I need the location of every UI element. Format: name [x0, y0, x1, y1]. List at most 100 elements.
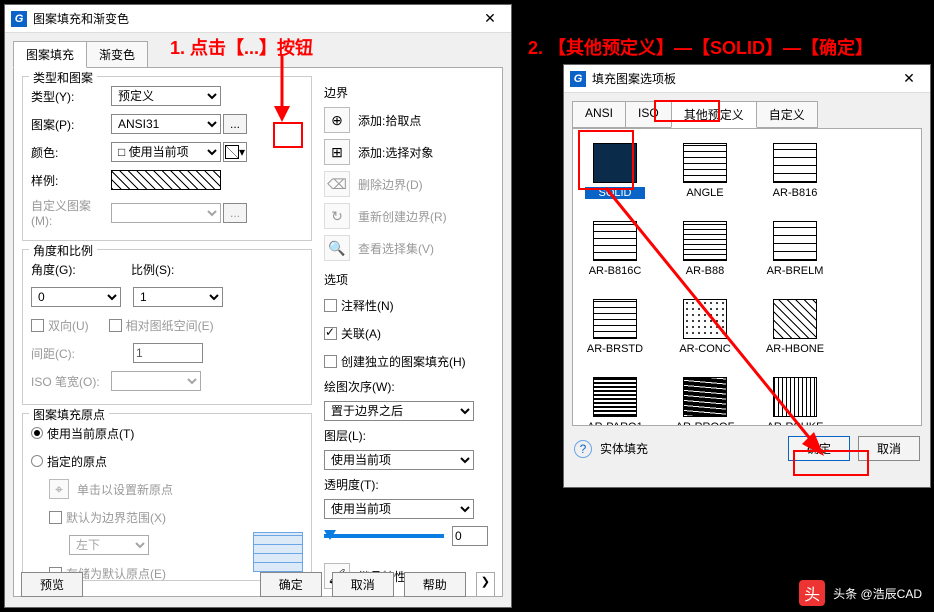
ok-button[interactable]: 确定: [260, 572, 322, 597]
color-swatch-button[interactable]: ▾: [223, 142, 247, 162]
click-set-label: 单击以设置新原点: [77, 481, 173, 498]
scale-label: 比例(S):: [131, 261, 201, 278]
origin-preview-icon: [253, 532, 303, 572]
add-pickpoint-icon[interactable]: ⊕: [324, 107, 350, 133]
pattern-thumb: [593, 299, 637, 339]
pattern-item[interactable]: AR-RSHKE: [765, 377, 825, 426]
titlebar: G 图案填充和渐变色 ✕: [5, 5, 511, 33]
add-select-icon[interactable]: ⊞: [324, 139, 350, 165]
watermark: 头 头条 @浩辰CAD: [799, 580, 922, 606]
pattern-name: ANGLE: [675, 187, 735, 199]
annotation-step2: 2. 【其他预定义】—【SOLID】—【确定】: [528, 34, 873, 60]
group-type-pattern: 类型和图案 类型(Y): 预定义 图案(P): ANSI31 ... 颜色: □…: [22, 76, 312, 241]
help-icon[interactable]: ?: [574, 440, 592, 458]
annotative-checkbox[interactable]: [324, 299, 337, 312]
draworder-select[interactable]: 置于边界之后: [324, 401, 474, 421]
group-label: 图案填充原点: [29, 406, 109, 423]
hatch-dialog: G 图案填充和渐变色 ✕ 图案填充 渐变色 类型和图案 类型(Y): 预定义 图…: [4, 4, 512, 608]
pattern-item[interactable]: AR-B88: [675, 221, 735, 277]
tab-iso[interactable]: ISO: [625, 101, 672, 128]
view-selection-label: 查看选择集(V): [358, 240, 434, 257]
scale-select[interactable]: 1: [133, 287, 223, 307]
pattern-name: AR-HBONE: [765, 343, 825, 355]
pattern-item[interactable]: AR-B816C: [585, 221, 645, 277]
color-select[interactable]: □ 使用当前项: [111, 142, 221, 162]
pattern-grid[interactable]: SOLID ANGLE AR-B816 AR-B816C AR-B88 AR-B…: [572, 128, 922, 426]
spacing-label: 间距(C):: [31, 345, 101, 362]
pattern-item[interactable]: AR-HBONE: [765, 299, 825, 355]
pattern-thumb: [683, 221, 727, 261]
assoc-label: 关联(A): [341, 325, 381, 342]
bidir-label: 双向(U): [48, 317, 89, 334]
default-range-label: 默认为边界范围(X): [66, 509, 166, 526]
pattern-item[interactable]: AR-PARQ1: [585, 377, 645, 426]
transparency-slider[interactable]: [324, 534, 444, 538]
custom-pattern-select: [111, 203, 221, 223]
independent-label: 创建独立的图案填充(H): [341, 353, 466, 370]
recreate-boundary-label: 重新创建边界(R): [358, 208, 447, 225]
cancel-button[interactable]: 取消: [332, 572, 394, 597]
angle-select[interactable]: 0: [31, 287, 121, 307]
pattern-thumb: [773, 377, 817, 417]
assoc-checkbox[interactable]: [324, 327, 337, 340]
pattern-item[interactable]: AR-BRELM: [765, 221, 825, 277]
dialog-footer: 预览 确定 取消 帮助 ❯: [21, 572, 495, 597]
group-origin: 图案填充原点 使用当前原点(T) 指定的原点 ⌖单击以设置新原点 默认为边界范围…: [22, 413, 312, 581]
expand-icon[interactable]: ❯: [476, 572, 495, 597]
independent-checkbox[interactable]: [324, 355, 337, 368]
tab-other-predefined[interactable]: 其他预定义: [671, 101, 757, 128]
palette-tabs: ANSI ISO 其他预定义 自定义: [564, 93, 930, 128]
use-current-origin-radio[interactable]: [31, 427, 43, 439]
pattern-item-solid[interactable]: SOLID: [585, 143, 645, 199]
view-selection-icon: 🔍: [324, 235, 350, 261]
tab-hatch[interactable]: 图案填充: [13, 41, 87, 68]
delete-boundary-icon: ⌫: [324, 171, 350, 197]
window-title: 填充图案选项板: [592, 70, 894, 87]
pattern-name: AR-B816C: [585, 265, 645, 277]
color-label: 颜色:: [31, 144, 111, 161]
pattern-thumb: [593, 143, 637, 183]
specify-origin-radio[interactable]: [31, 455, 43, 467]
relpaper-checkbox[interactable]: [109, 319, 122, 332]
tab-gradient[interactable]: 渐变色: [86, 41, 148, 68]
pattern-name: AR-BRSTD: [585, 343, 645, 355]
watermark-icon: 头: [799, 580, 825, 606]
tab-custom[interactable]: 自定义: [756, 101, 818, 128]
pattern-thumb: [593, 221, 637, 261]
pattern-item[interactable]: AR-CONC: [675, 299, 735, 355]
pattern-thumb: [683, 299, 727, 339]
pattern-browse-button[interactable]: ...: [223, 114, 247, 134]
options-label: 选项: [324, 271, 504, 288]
pattern-thumb: [773, 299, 817, 339]
sample-swatch[interactable]: [111, 170, 221, 190]
custom-pattern-label: 自定义图案(M):: [31, 197, 111, 228]
type-select[interactable]: 预定义: [111, 86, 221, 106]
help-button[interactable]: 帮助: [404, 572, 466, 597]
close-icon[interactable]: ✕: [475, 10, 505, 27]
angle-label: 角度(G):: [31, 261, 101, 278]
pattern-name: SOLID: [585, 187, 645, 199]
bidir-checkbox[interactable]: [31, 319, 44, 332]
pattern-item[interactable]: AR-B816: [765, 143, 825, 199]
pattern-item[interactable]: ANGLE: [675, 143, 735, 199]
pattern-item[interactable]: AR-RROOF: [675, 377, 735, 426]
pick-origin-icon: ⌖: [49, 479, 69, 499]
sample-label: 样例:: [31, 172, 111, 189]
close-icon[interactable]: ✕: [894, 70, 924, 87]
tab-ansi[interactable]: ANSI: [572, 101, 626, 128]
ok-button[interactable]: 确定: [788, 436, 850, 461]
pattern-item[interactable]: AR-BRSTD: [585, 299, 645, 355]
annotative-label: 注释性(N): [341, 297, 394, 314]
window-title: 图案填充和渐变色: [33, 10, 475, 27]
delete-boundary-label: 删除边界(D): [358, 176, 423, 193]
transparency-value[interactable]: [452, 526, 488, 546]
pattern-name: AR-B88: [675, 265, 735, 277]
layer-select[interactable]: 使用当前项: [324, 450, 474, 470]
pattern-select[interactable]: ANSI31: [111, 114, 221, 134]
preview-button[interactable]: 预览: [21, 572, 83, 597]
pattern-name: AR-CONC: [675, 343, 735, 355]
transparency-select[interactable]: 使用当前项: [324, 499, 474, 519]
cancel-button[interactable]: 取消: [858, 436, 920, 461]
pattern-thumb: [593, 377, 637, 417]
group-angle-scale: 角度和比例 角度(G): 比例(S): 0 1 双向(U) 相对图纸空间(E) …: [22, 249, 312, 405]
